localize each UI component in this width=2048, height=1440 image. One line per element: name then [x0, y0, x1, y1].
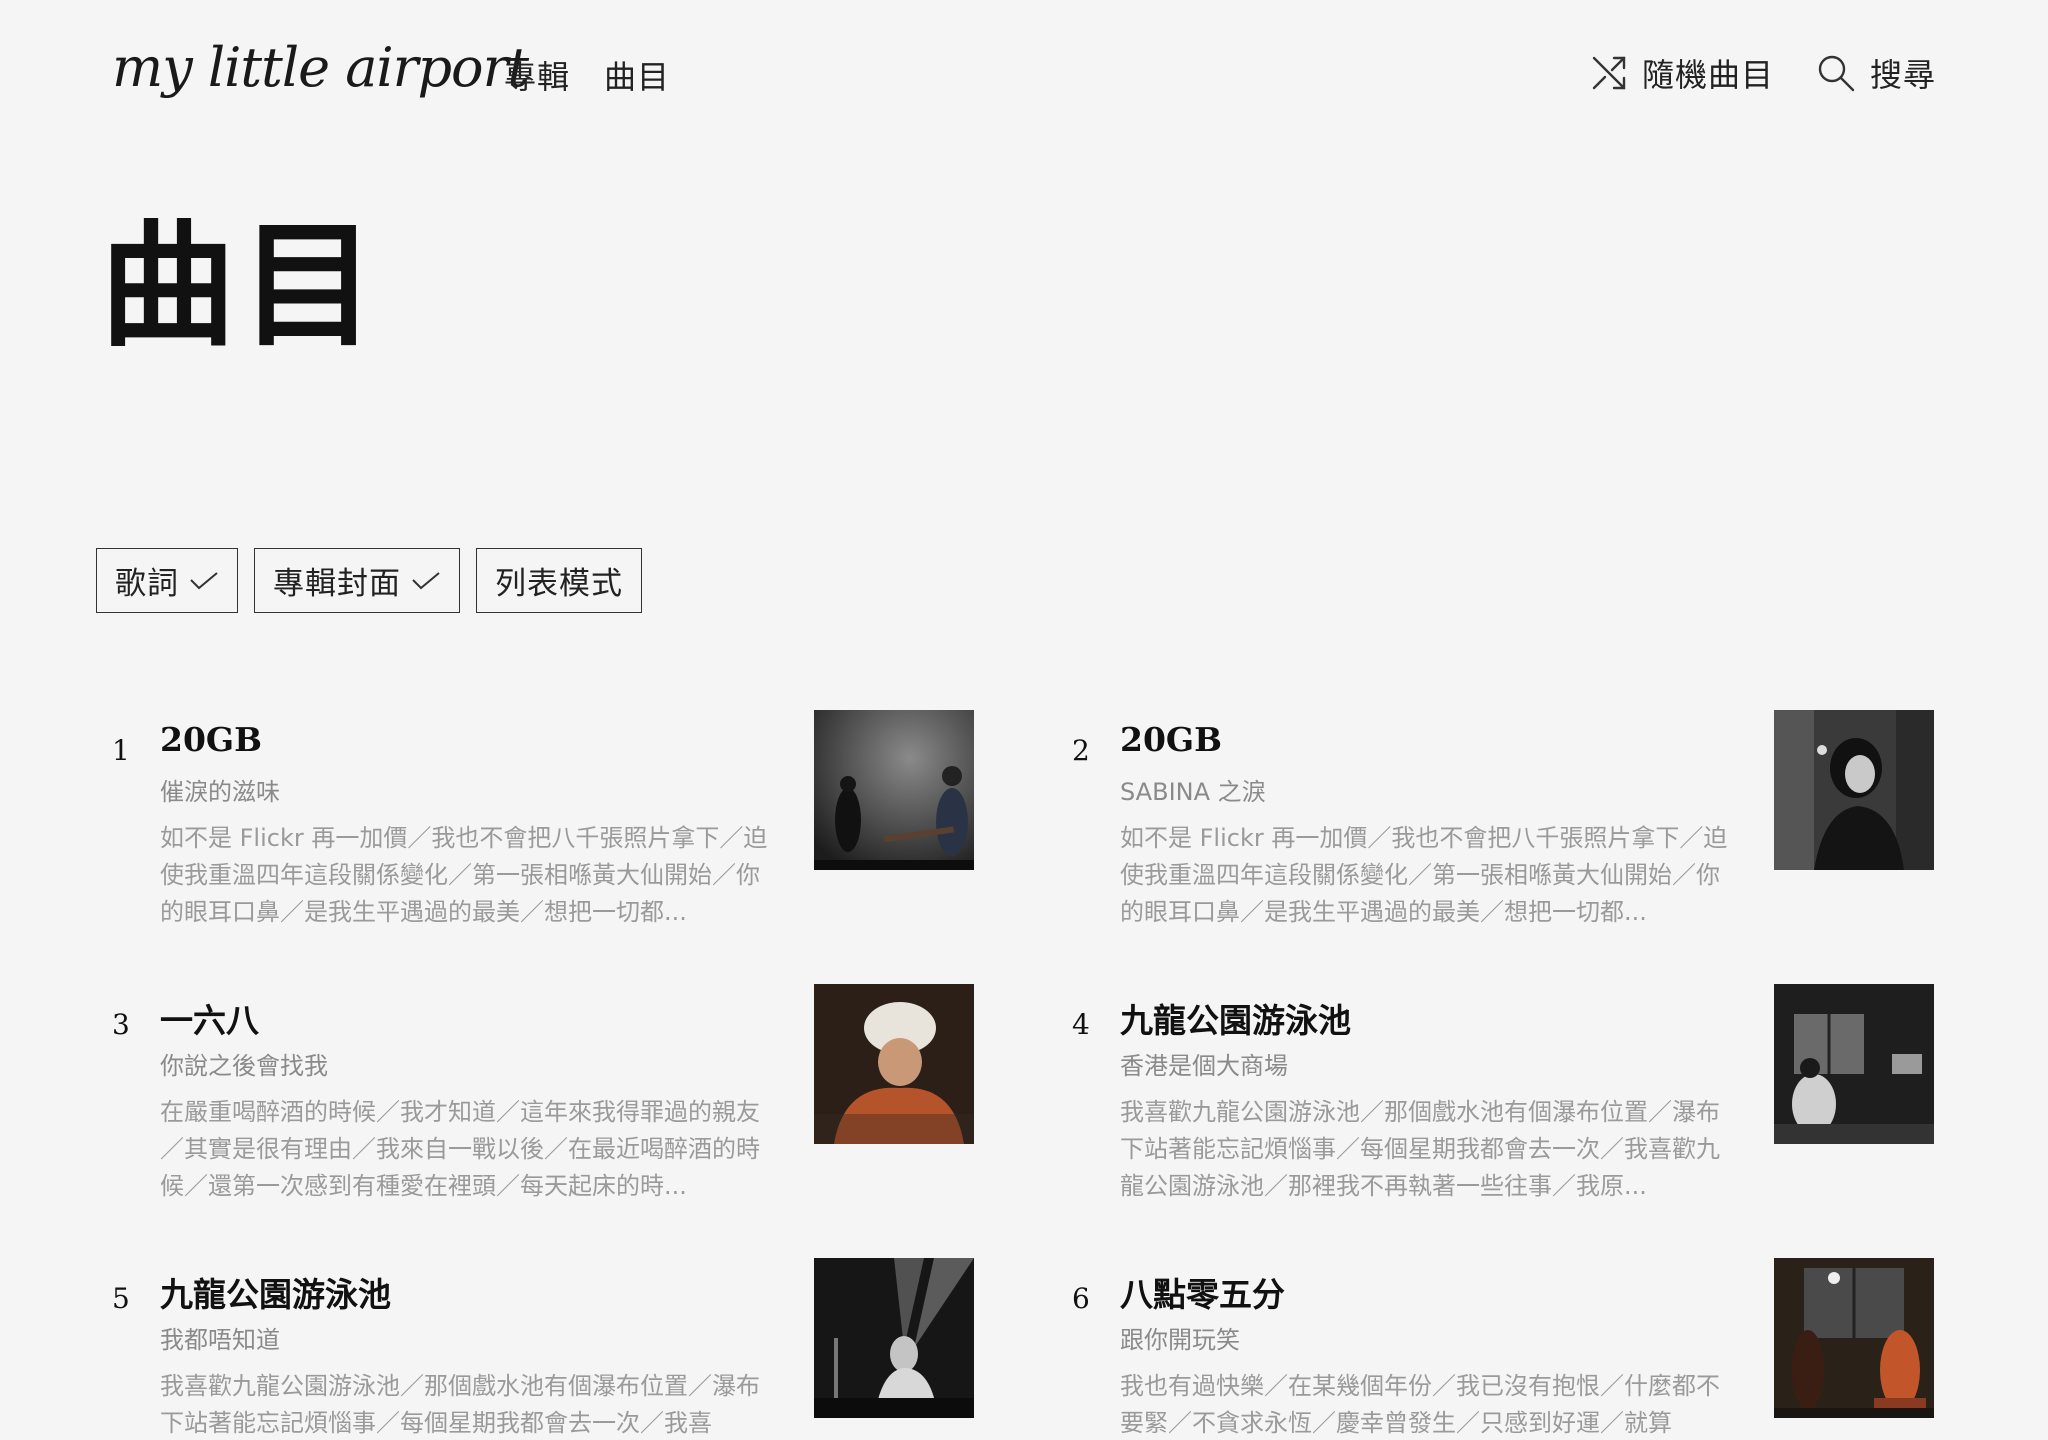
song-number: 3 — [112, 1008, 130, 1041]
page: my little airport 專輯 曲目 隨機曲目 搜尋 曲目 歌詞 專輯… — [0, 0, 2048, 1440]
song-lyrics: 如不是 Flickr 再一加價／我也不會把八千張照片拿下／迫使我重溫四年這段關係… — [160, 824, 768, 926]
album-cover[interactable] — [814, 984, 974, 1144]
song-lyrics: 我喜歡九龍公園游泳池／那個戲水池有個瀑布位置／瀑布下站著能忘記煩惱事／每個星期我… — [1120, 1098, 1720, 1200]
song-number: 5 — [112, 1282, 130, 1315]
album-cover[interactable] — [1774, 984, 1934, 1144]
album-cover[interactable] — [1774, 710, 1934, 870]
song-album[interactable]: 香港是個大商場 — [1120, 1046, 1288, 1081]
album-cover[interactable] — [814, 1258, 974, 1418]
song-number: 2 — [1072, 734, 1090, 767]
song-lyrics: 我喜歡九龍公園游泳池／那個戲水池有個瀑布位置／瀑布下站著能忘記煩惱事／每個星期我… — [160, 1372, 760, 1437]
album-cover-image — [814, 710, 974, 870]
song-title[interactable]: 九龍公園游泳池 — [160, 1268, 391, 1316]
album-cover[interactable] — [1774, 1258, 1934, 1418]
album-cover-image — [814, 1258, 974, 1418]
song-item[interactable]: 1 20GB 催淚的滋味 如不是 Flickr 再一加價／我也不會把八千張照片拿… — [112, 710, 982, 950]
song-album[interactable]: 催淚的滋味 — [160, 772, 280, 807]
song-number: 4 — [1072, 1008, 1090, 1041]
song-title[interactable]: 八點零五分 — [1120, 1268, 1285, 1316]
song-item[interactable]: 3 一六八 你說之後會找我 在嚴重喝醉酒的時候／我才知道／這年來我得罪過的親友／… — [112, 984, 982, 1224]
song-title[interactable]: 九龍公園游泳池 — [1120, 994, 1351, 1042]
album-cover-image — [1774, 984, 1934, 1144]
song-album[interactable]: 跟你開玩笑 — [1120, 1320, 1240, 1355]
song-number: 1 — [112, 734, 130, 767]
song-title[interactable]: 20GB — [1120, 720, 1222, 759]
album-cover-image — [814, 984, 974, 1144]
song-number: 6 — [1072, 1282, 1090, 1315]
song-lyrics: 在嚴重喝醉酒的時候／我才知道／這年來我得罪過的親友／其實是很有理由／我來自一戰以… — [160, 1098, 760, 1200]
album-cover-image — [1774, 710, 1934, 870]
song-album[interactable]: SABINA 之淚 — [1120, 772, 1266, 807]
song-item[interactable]: 5 九龍公園游泳池 我都唔知道 我喜歡九龍公園游泳池／那個戲水池有個瀑布位置／瀑… — [112, 1258, 982, 1440]
song-title[interactable]: 20GB — [160, 720, 262, 759]
album-cover-image — [1774, 1258, 1934, 1418]
song-album[interactable]: 你說之後會找我 — [160, 1046, 328, 1081]
song-lyrics: 我也有過快樂／在某幾個年份／我已沒有抱恨／什麼都不要緊／不貪求永恆／慶幸曾發生／… — [1120, 1372, 1720, 1437]
song-title[interactable]: 一六八 — [160, 994, 259, 1042]
song-item[interactable]: 2 20GB SABINA 之淚 如不是 Flickr 再一加價／我也不會把八千… — [1072, 710, 1942, 950]
album-cover[interactable] — [814, 710, 974, 870]
song-list: 1 20GB 催淚的滋味 如不是 Flickr 再一加價／我也不會把八千張照片拿… — [0, 0, 2048, 1440]
song-album[interactable]: 我都唔知道 — [160, 1320, 280, 1355]
song-item[interactable]: 6 八點零五分 跟你開玩笑 我也有過快樂／在某幾個年份／我已沒有抱恨／什麼都不要… — [1072, 1258, 1942, 1440]
song-item[interactable]: 4 九龍公園游泳池 香港是個大商場 我喜歡九龍公園游泳池／那個戲水池有個瀑布位置… — [1072, 984, 1942, 1224]
song-lyrics: 如不是 Flickr 再一加價／我也不會把八千張照片拿下／迫使我重溫四年這段關係… — [1120, 824, 1728, 926]
